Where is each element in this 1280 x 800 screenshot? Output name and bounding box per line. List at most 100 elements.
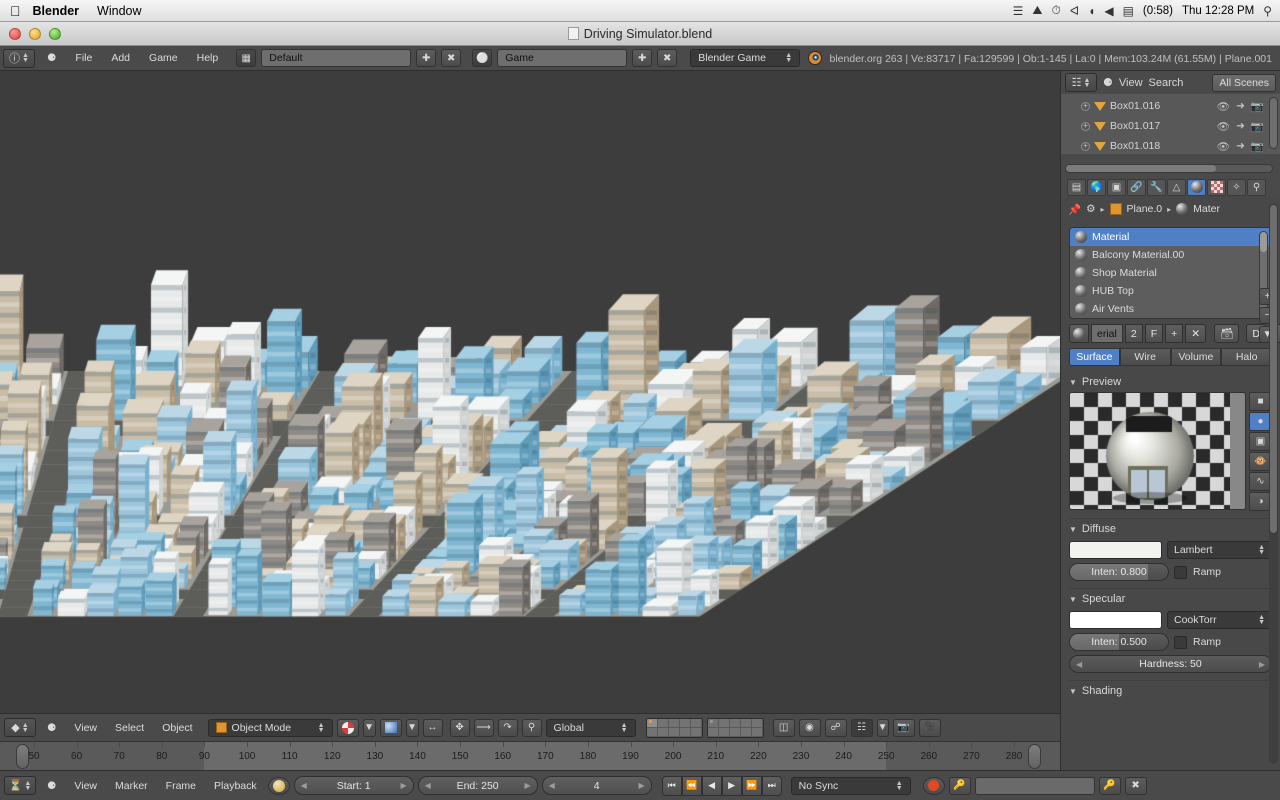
3d-viewport[interactable]	[0, 71, 1060, 713]
delete-scene-icon[interactable]: ✖	[657, 49, 678, 67]
layer-cell[interactable]	[657, 727, 669, 737]
pin-icon[interactable]: 📌	[1068, 203, 1081, 216]
data-tab[interactable]: △	[1167, 178, 1186, 196]
diffuse-shader-selector[interactable]: Lambert ▲ ▼	[1167, 541, 1272, 559]
delete-screen-layout-icon[interactable]: ✖	[441, 49, 462, 67]
tab-wire[interactable]: Wire	[1119, 348, 1171, 366]
display-icon[interactable]: ☰	[1013, 4, 1024, 18]
shading-panel-header[interactable]: ▼ Shading	[1061, 681, 1280, 699]
render-animation-icon[interactable]: 🎥	[918, 718, 941, 737]
diffuse-ramp-checkbox[interactable]	[1174, 565, 1187, 579]
delete-keyframe-icon[interactable]: ✖	[1124, 776, 1147, 795]
pivot-chevron-down-icon[interactable]: ▼	[405, 718, 419, 737]
snap-chevron-down-icon[interactable]: ▼	[876, 718, 889, 737]
expand-icon[interactable]: +	[1081, 141, 1090, 151]
time-machine-icon[interactable]: ⏱	[1051, 3, 1060, 18]
interaction-mode-selector[interactable]: Object Mode ▲ ▼	[207, 718, 333, 737]
screen-layout-icon[interactable]: ▦	[236, 49, 257, 67]
specular-panel-header[interactable]: ▼ Specular	[1061, 589, 1280, 607]
outliner-row-box01-018[interactable]: + Box01.018 👁 ➜ 📷	[1061, 136, 1280, 156]
breadcrumb-object-name[interactable]: Plane.0	[1127, 203, 1163, 215]
editor-type-selector[interactable]: ⓘ ▲ ▼	[3, 48, 35, 68]
physics-tab[interactable]: ⚲	[1247, 178, 1266, 196]
increment-arrow-icon[interactable]: ▶	[400, 781, 406, 790]
layer-cell[interactable]	[707, 718, 719, 728]
scale-manipulator-icon[interactable]: ↷	[497, 718, 518, 737]
battery-icon[interactable]: ▤	[1123, 4, 1134, 18]
constraints-tab[interactable]: 🔗	[1127, 178, 1146, 196]
end-frame-field[interactable]: ◀ End: 250 ▶	[417, 776, 538, 795]
apple-icon[interactable]: 	[10, 4, 21, 18]
wifi-icon[interactable]: ◖	[1088, 4, 1095, 18]
os-clock[interactable]: Thu 12:28 PM	[1182, 5, 1254, 17]
outliner-horizontal-scrollbar[interactable]	[1065, 164, 1273, 173]
fake-user-button[interactable]: F	[1144, 324, 1164, 343]
scene-icon[interactable]: ⚪	[472, 49, 493, 67]
eye-icon[interactable]: 👁	[1217, 140, 1230, 153]
increment-arrow-icon[interactable]: ▶	[1259, 660, 1265, 669]
collapse-menu-icon[interactable]: ⚈	[40, 777, 63, 795]
specular-ramp-row[interactable]: Ramp	[1174, 635, 1272, 649]
timeline-menu-marker[interactable]: Marker	[108, 777, 155, 795]
scene-layers-block-1[interactable]	[645, 717, 703, 738]
texture-tab[interactable]	[1207, 178, 1226, 196]
menu-help[interactable]: Help	[190, 49, 226, 67]
material-name-field[interactable]: erial	[1091, 324, 1123, 343]
translate-manipulator-icon[interactable]: ✥	[449, 718, 470, 737]
auto-keyframe-icon[interactable]: 🔑	[948, 776, 971, 795]
shading-chevron-down-icon[interactable]: ▼	[362, 718, 376, 737]
layer-cell[interactable]	[690, 718, 702, 728]
timeline-editor-type-selector[interactable]: ⏳ ▲ ▼	[4, 776, 36, 795]
layer-cell[interactable]	[729, 718, 741, 728]
screen-layout-field[interactable]: Default	[261, 49, 412, 67]
material-sphere-icon[interactable]	[1069, 324, 1089, 343]
collapse-menu-icon[interactable]: ⚈	[40, 49, 63, 67]
layer-cell[interactable]	[679, 718, 691, 728]
diffuse-color-swatch[interactable]	[1069, 541, 1162, 559]
specular-shader-selector[interactable]: CookTorr ▲ ▼	[1167, 611, 1272, 629]
scene-layers-block-2[interactable]	[706, 717, 764, 738]
layer-cell[interactable]	[718, 727, 730, 737]
layer-cell[interactable]	[646, 718, 658, 728]
render-tab[interactable]: ▤	[1067, 178, 1086, 196]
scene-name-field[interactable]: Game	[497, 49, 628, 67]
layer-cell[interactable]	[740, 718, 752, 728]
collapse-menu-icon[interactable]: ⚈	[40, 719, 63, 737]
jump-to-end-icon[interactable]: ⏭	[761, 775, 782, 796]
manipulator-extra-icon[interactable]: ⚲	[521, 718, 542, 737]
layer-cell[interactable]	[751, 718, 763, 728]
material-slot-row[interactable]: Balcony Material.00	[1070, 246, 1271, 264]
render-camera-add-icon[interactable]: 📷	[892, 718, 915, 737]
eye-icon[interactable]: 👁	[1217, 120, 1230, 133]
expand-icon[interactable]: +	[1081, 121, 1090, 131]
material-slot-row[interactable]: HUB Top	[1070, 282, 1271, 300]
viewport-menu-view[interactable]: View	[67, 719, 104, 737]
outliner-display-mode[interactable]: All Scenes	[1212, 73, 1276, 92]
sync-mode-selector[interactable]: No Sync ▲ ▼	[790, 776, 911, 795]
breadcrumb-material-name[interactable]: Mater	[1193, 203, 1220, 215]
os-app-name[interactable]: Blender	[33, 4, 80, 18]
record-button-icon[interactable]	[922, 776, 945, 795]
diffuse-ramp-row[interactable]: Ramp	[1174, 565, 1272, 579]
layer-cell[interactable]	[690, 727, 702, 737]
material-slot-list[interactable]: Material Balcony Material.00 Shop Materi…	[1069, 227, 1272, 319]
spotlight-search-icon[interactable]: ⚲	[1263, 4, 1272, 18]
outliner-row-box01-016[interactable]: + Box01.016 👁 ➜ 📷	[1061, 96, 1280, 116]
decrement-arrow-icon[interactable]: ◀	[301, 781, 307, 790]
specular-hardness-slider[interactable]: ◀ Hardness: 50 ▶	[1069, 655, 1272, 673]
select-arrow-icon[interactable]: ➜	[1236, 100, 1245, 112]
jump-to-start-icon[interactable]: ⏮	[661, 775, 682, 796]
preview-panel-header[interactable]: ▼ Preview	[1061, 372, 1280, 390]
layer-cell[interactable]	[707, 727, 719, 737]
keying-set-icon[interactable]	[267, 776, 290, 795]
specular-color-swatch[interactable]	[1069, 611, 1162, 629]
particles-tab[interactable]: ✧	[1227, 178, 1246, 196]
menu-game[interactable]: Game	[142, 49, 185, 67]
new-material-button[interactable]: +	[1165, 324, 1184, 343]
pivot-point-icon[interactable]	[379, 718, 402, 737]
diffuse-intensity-slider[interactable]: Inten: 0.800	[1069, 563, 1169, 581]
viewport-menu-select[interactable]: Select	[108, 719, 151, 737]
render-engine-selector[interactable]: Blender Game ▲ ▼	[690, 49, 801, 67]
decrement-arrow-icon[interactable]: ◀	[1076, 660, 1082, 669]
expand-icon[interactable]: +	[1081, 101, 1090, 111]
